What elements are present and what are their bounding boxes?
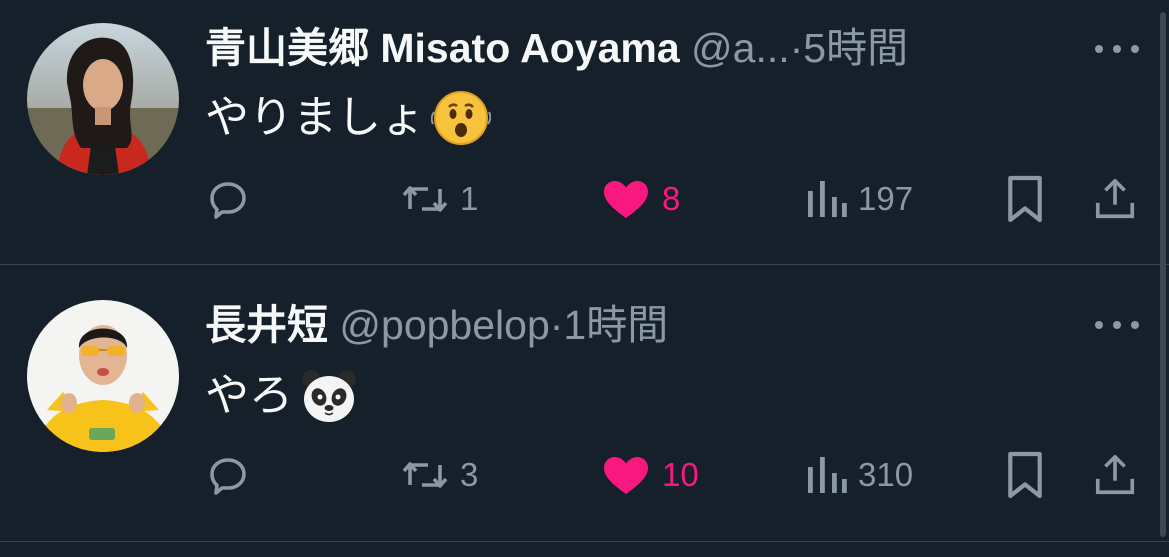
like-button[interactable]: 10 (600, 445, 699, 505)
views-count: 197 (858, 180, 914, 217)
like-count: 10 (662, 456, 699, 493)
retweet-count: 3 (460, 456, 479, 493)
tweet-actions: 1 8 197 (0, 169, 1169, 229)
heart-icon (604, 181, 648, 218)
bookmark-button[interactable] (1004, 169, 1046, 229)
heart-icon (604, 457, 648, 494)
share-button[interactable] (1092, 169, 1138, 229)
views-chart-icon (808, 181, 847, 217)
display-name[interactable]: 長井短 (205, 302, 328, 348)
avatar[interactable] (27, 300, 179, 452)
tweet-text: やろ (205, 366, 359, 426)
timestamp[interactable]: 5時間 (803, 25, 908, 71)
share-icon (1095, 178, 1135, 219)
more-dots-icon[interactable] (1095, 42, 1139, 56)
like-button[interactable]: 8 (600, 169, 680, 229)
bookmark-icon (1008, 451, 1042, 499)
reply-icon (210, 458, 246, 495)
tweet-header: 長井短 @popbelop·1時間 (205, 301, 668, 349)
views-count: 310 (858, 456, 914, 493)
retweet-button[interactable]: 3 (400, 445, 478, 505)
tweet-text: やりましょ (205, 88, 492, 148)
tweet-text-content: やりましょ (205, 93, 425, 142)
bookmark-button[interactable] (1004, 445, 1046, 505)
separator-dot: · (549, 302, 564, 348)
tweet-actions: 3 10 310 (0, 445, 1169, 505)
retweet-icon (402, 186, 448, 212)
retweet-icon (402, 462, 448, 488)
retweet-button[interactable]: 1 (400, 169, 478, 229)
retweet-count: 1 (460, 180, 479, 217)
display-name[interactable]: 青山美郷 Misato Aoyama (205, 25, 680, 71)
tweet-text-content: やろ (205, 371, 293, 420)
bookmark-icon (1008, 175, 1042, 223)
views-button[interactable]: 310 (804, 445, 913, 505)
reply-button[interactable] (204, 169, 262, 229)
tweet[interactable]: 長井短 @popbelop·1時間 やろ 3 10 310 (0, 265, 1169, 542)
more-dots-icon[interactable] (1095, 318, 1139, 332)
share-button[interactable] (1092, 445, 1138, 505)
tweet-header: 青山美郷 Misato Aoyama @a...·5時間 (205, 24, 908, 72)
reply-icon (210, 182, 246, 219)
views-button[interactable]: 197 (804, 169, 913, 229)
reply-button[interactable] (204, 445, 262, 505)
tweet[interactable]: 青山美郷 Misato Aoyama @a...·5時間 やりましょ 1 8 1… (0, 0, 1169, 265)
share-icon (1095, 454, 1135, 495)
separator-dot: · (789, 25, 804, 71)
views-chart-icon (808, 457, 847, 493)
hushed-face-emoji (430, 88, 492, 148)
like-count: 8 (662, 180, 681, 217)
scrollbar[interactable] (1160, 12, 1166, 537)
user-handle[interactable]: @a... (691, 25, 790, 71)
timestamp[interactable]: 1時間 (563, 302, 668, 348)
timeline-feed: 青山美郷 Misato Aoyama @a...·5時間 やりましょ 1 8 1… (0, 0, 1169, 557)
user-handle[interactable]: @popbelop (339, 302, 549, 348)
avatar[interactable] (27, 23, 179, 175)
panda-face-emoji (299, 366, 359, 426)
